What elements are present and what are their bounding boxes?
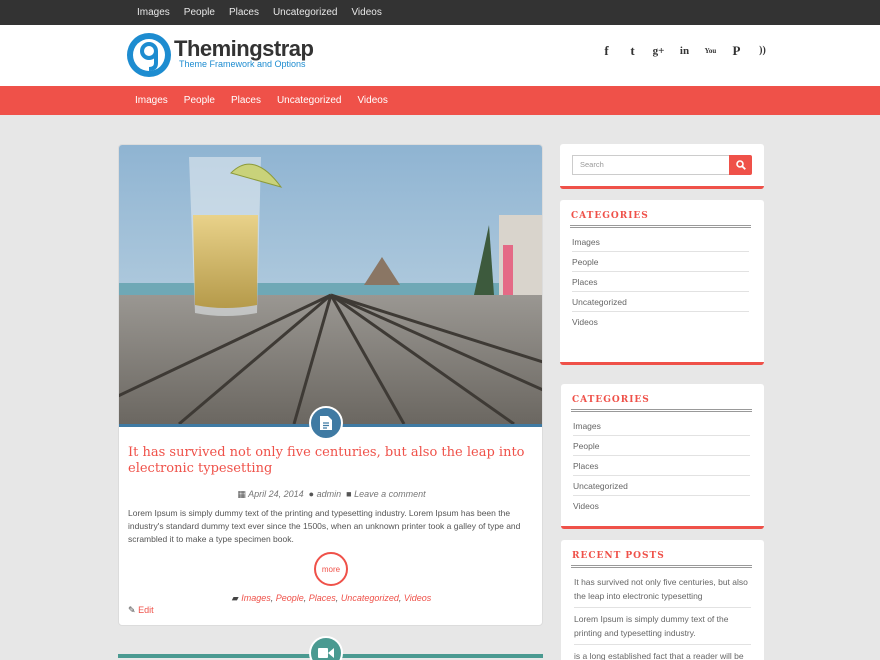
post-title[interactable]: It has survived not only five centuries,… — [128, 445, 528, 477]
edit-label[interactable]: Edit — [138, 605, 154, 615]
user-icon: ● — [308, 489, 315, 499]
widget-title: RECENT POSTS — [572, 551, 665, 561]
rss-icon[interactable]: )) — [754, 42, 771, 59]
comment-icon: ■ — [346, 489, 352, 499]
widget-title: CATEGORIES — [571, 211, 649, 221]
top-nav-videos[interactable]: Videos — [344, 0, 388, 25]
recent-post-link[interactable]: Lorem Ipsum is simply dummy text of the … — [574, 612, 751, 645]
widget-title-rule — [571, 565, 752, 568]
logo-icon[interactable] — [126, 32, 172, 78]
category-item-images[interactable]: Images — [572, 232, 749, 252]
category-item-uncategorized[interactable]: Uncategorized — [572, 292, 749, 312]
post-comments-link[interactable]: Leave a comment — [354, 489, 426, 499]
search-icon — [735, 160, 746, 170]
category-list: Images People Places Uncategorized Video… — [573, 416, 750, 516]
category-item-videos[interactable]: Videos — [572, 312, 749, 332]
category-list: Images People Places Uncategorized Video… — [572, 232, 749, 332]
more-button[interactable]: more — [314, 552, 348, 586]
document-icon — [309, 406, 343, 440]
post-card: It has survived not only five centuries,… — [118, 144, 543, 626]
categories-widget-2: CATEGORIES Images People Places Uncatego… — [561, 384, 764, 529]
main-nav-videos[interactable]: Videos — [349, 86, 395, 115]
main-nav: Images People Places Uncategorized Video… — [0, 86, 880, 115]
linkedin-icon[interactable]: in — [676, 42, 693, 59]
main-nav-uncategorized[interactable]: Uncategorized — [269, 86, 349, 115]
recent-posts-widget: RECENT POSTS It has survived not only fi… — [561, 540, 764, 660]
top-nav-images[interactable]: Images — [130, 0, 177, 25]
social-links: f t g+ in You P )) — [598, 42, 771, 59]
recent-posts-list: It has survived not only five centuries,… — [574, 575, 751, 660]
post-category-link[interactable]: Places — [309, 593, 336, 603]
search-input[interactable]: Search — [572, 155, 730, 175]
edit-link[interactable]: ✎ Edit — [128, 605, 154, 616]
pencil-icon: ✎ — [128, 605, 136, 615]
category-item-images[interactable]: Images — [573, 416, 750, 436]
post-category-link[interactable]: Images — [241, 593, 271, 603]
calendar-icon: ▦ — [237, 489, 246, 499]
video-camera-icon — [309, 636, 343, 660]
twitter-icon[interactable]: t — [624, 42, 641, 59]
top-nav-people[interactable]: People — [177, 0, 222, 25]
category-item-people[interactable]: People — [573, 436, 750, 456]
main-nav-people[interactable]: People — [176, 86, 223, 115]
widget-title-rule — [571, 409, 752, 412]
post-category-link[interactable]: Videos — [404, 593, 431, 603]
youtube-icon[interactable]: You — [702, 42, 719, 59]
pinterest-icon[interactable]: P — [728, 42, 745, 59]
recent-post-link[interactable]: is a long established fact that a reader… — [574, 649, 751, 660]
category-item-uncategorized[interactable]: Uncategorized — [573, 476, 750, 496]
top-nav-uncategorized[interactable]: Uncategorized — [266, 0, 344, 25]
site-tagline: Theme Framework and Options — [179, 59, 306, 69]
post-date[interactable]: April 24, 2014 — [248, 489, 304, 499]
folder-icon: ▰ — [231, 593, 239, 603]
facebook-icon[interactable]: f — [598, 42, 615, 59]
featured-image[interactable] — [119, 145, 543, 424]
main-nav-places[interactable]: Places — [223, 86, 269, 115]
category-item-places[interactable]: Places — [572, 272, 749, 292]
post-categories: ▰ Images, People, Places, Uncategorized,… — [231, 593, 432, 603]
post-category-link[interactable]: People — [276, 593, 304, 603]
post-meta: ▦ April 24, 2014 ● admin ■ Leave a comme… — [119, 489, 542, 500]
site-header: Themingstrap Theme Framework and Options… — [0, 25, 880, 86]
main-nav-items: Images People Places Uncategorized Video… — [127, 86, 396, 115]
top-nav-places[interactable]: Places — [222, 0, 266, 25]
post-author[interactable]: admin — [317, 489, 342, 499]
post-excerpt: Lorem Ipsum is simply dummy text of the … — [128, 508, 521, 544]
search-button[interactable] — [729, 155, 752, 175]
category-item-people[interactable]: People — [572, 252, 749, 272]
post-category-link[interactable]: Uncategorized — [341, 593, 399, 603]
main-nav-images[interactable]: Images — [127, 86, 176, 115]
category-item-places[interactable]: Places — [573, 456, 750, 476]
search-widget: Search — [560, 144, 764, 189]
widget-title-rule — [570, 225, 751, 228]
category-item-videos[interactable]: Videos — [573, 496, 750, 516]
widget-title: CATEGORIES — [572, 395, 650, 405]
categories-widget: CATEGORIES Images People Places Uncatego… — [560, 200, 764, 365]
google-plus-icon[interactable]: g+ — [650, 42, 667, 59]
top-bar: Images People Places Uncategorized Video… — [0, 0, 880, 25]
top-nav: Images People Places Uncategorized Video… — [130, 0, 389, 25]
recent-post-link[interactable]: It has survived not only five centuries,… — [574, 575, 751, 608]
